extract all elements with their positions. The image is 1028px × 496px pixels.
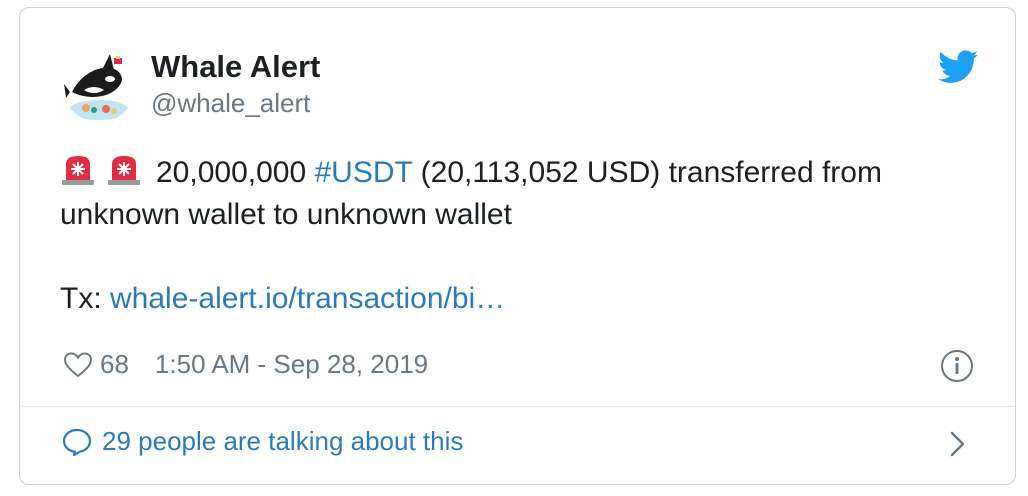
chevron-right-icon[interactable] xyxy=(948,429,968,459)
hashtag-link[interactable]: #USDT xyxy=(315,156,413,189)
tweet-timestamp[interactable]: 1:50 AM - Sep 28, 2019 xyxy=(155,349,428,380)
author-handle[interactable]: @whale_alert xyxy=(151,88,310,119)
orca-whale-avatar-icon[interactable] xyxy=(62,48,136,122)
tx-label: Tx: xyxy=(60,282,102,315)
twitter-bird-icon[interactable] xyxy=(938,50,978,84)
conversation-text[interactable]: 29 people are talking about this xyxy=(102,426,463,457)
like-count[interactable]: 68 xyxy=(100,349,129,380)
info-icon[interactable] xyxy=(940,349,974,383)
transaction-link[interactable]: whale-alert.io/transaction/bi… xyxy=(110,282,505,315)
rotating-light-icon xyxy=(108,156,140,185)
tweet-line-2: unknown wallet to unknown wallet xyxy=(60,198,512,231)
author-name[interactable]: Whale Alert xyxy=(151,49,320,85)
speech-bubble-icon xyxy=(62,428,92,456)
tweet-card: Whale Alert @whale_alert 20,000,000 #USD… xyxy=(19,7,1016,485)
rotating-light-icon xyxy=(62,156,94,185)
tx-line: Tx: whale-alert.io/transaction/bi… xyxy=(60,278,990,320)
conversation-link[interactable]: 29 people are talking about this xyxy=(62,426,463,457)
tweet-line-1: 20,000,000 #USDT (20,113,052 USD) transf… xyxy=(60,152,990,194)
tweet-meta: 68 1:50 AM - Sep 28, 2019 xyxy=(64,349,428,380)
heart-icon[interactable] xyxy=(64,351,92,378)
tweet-text: 20,000,000 #USDT (20,113,052 USD) transf… xyxy=(60,152,990,320)
divider xyxy=(20,406,1015,407)
transfer-amount: 20,000,000 xyxy=(156,156,307,189)
transfer-details: (20,113,052 USD) transferred from xyxy=(420,156,882,189)
